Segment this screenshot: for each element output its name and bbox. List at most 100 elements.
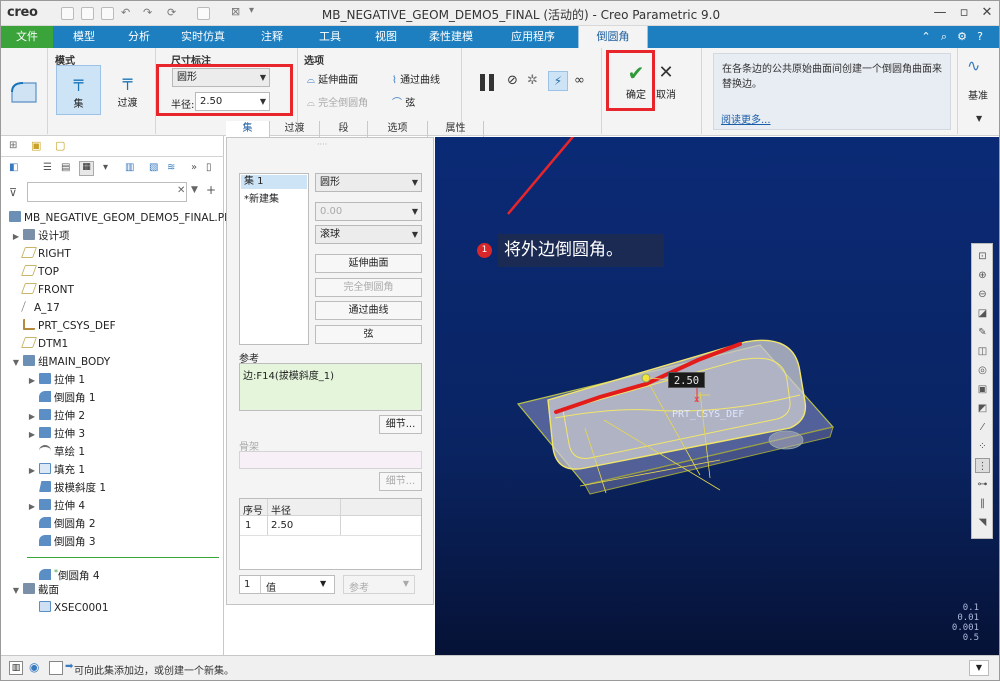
add-filter-icon[interactable]: + bbox=[206, 183, 216, 197]
view-manager-icon[interactable]: ▣ bbox=[975, 382, 990, 397]
separate-preview-icon[interactable]: ✲ bbox=[527, 73, 538, 88]
more-display-icon[interactable]: ◥ bbox=[975, 515, 990, 530]
cancel-button[interactable]: ✕ 取消 bbox=[651, 60, 681, 102]
minimize-icon[interactable]: — bbox=[929, 4, 951, 22]
tree-item-extrude-4[interactable]: ▶ 拉伸 4 bbox=[27, 498, 85, 515]
annotation-display-icon[interactable]: ⁘ bbox=[975, 439, 990, 454]
open-file-icon[interactable] bbox=[81, 7, 94, 20]
tree-item-sketch-1[interactable]: 草绘 1 bbox=[37, 444, 85, 461]
repaint-icon[interactable]: ◪ bbox=[975, 306, 990, 321]
zoom-in-icon[interactable]: ⊕ bbox=[975, 268, 990, 283]
radius-drag-handle[interactable] bbox=[641, 373, 651, 383]
reference-dropdown[interactable]: 参考 ▼ bbox=[343, 575, 415, 594]
tab-tools[interactable]: 工具 bbox=[305, 26, 355, 48]
subtab-segment[interactable]: 段 bbox=[320, 121, 368, 137]
tab-view[interactable]: 视图 bbox=[361, 26, 411, 48]
search-icon[interactable]: ⌕ bbox=[937, 29, 951, 45]
regenerate-icon[interactable]: ⟳ bbox=[167, 6, 176, 19]
tree-item-right[interactable]: RIGHT bbox=[20, 246, 71, 263]
browser-toggle-icon[interactable]: ◉ bbox=[29, 660, 39, 674]
no-preview-icon[interactable]: ⊘ bbox=[507, 73, 518, 88]
tab-applications[interactable]: 应用程序 bbox=[501, 26, 565, 48]
radius-dimension-label[interactable]: 2.50 bbox=[668, 372, 705, 388]
tree-view-toggle-icon[interactable]: ▦ bbox=[79, 161, 94, 176]
pause-display-icon[interactable]: ‖ bbox=[975, 496, 990, 511]
tree-item-draft-1[interactable]: 拔模斜度 1 bbox=[37, 480, 106, 497]
tree-item-front[interactable]: FRONT bbox=[20, 282, 74, 299]
tree-item-round-1[interactable]: 倒圆角 1 bbox=[37, 390, 96, 407]
extend-surfaces-option[interactable]: ⌓ 延伸曲面 bbox=[307, 71, 358, 86]
tree-item-extrude-2[interactable]: ▶ 拉伸 2 bbox=[27, 408, 85, 425]
full-screen-icon[interactable] bbox=[49, 661, 63, 675]
collapse-ribbon-icon[interactable]: ⌃ bbox=[919, 29, 933, 45]
tab-file[interactable]: 文件 bbox=[1, 26, 53, 48]
read-more-link[interactable]: 阅读更多... bbox=[721, 111, 771, 126]
through-curve-button[interactable]: 通过曲线 bbox=[315, 301, 422, 320]
windows-icon[interactable] bbox=[197, 7, 210, 20]
search-dropdown-icon[interactable]: ▼ bbox=[191, 185, 198, 195]
skeleton-collector[interactable] bbox=[239, 451, 422, 469]
full-round-option[interactable]: ⌓ 完全倒圆角 bbox=[307, 94, 368, 109]
tree-item-xsec0001[interactable]: XSEC0001 bbox=[37, 600, 109, 617]
datum-chevron-down-icon[interactable]: ▼ bbox=[976, 114, 982, 123]
tree-item-sections[interactable]: ▼ 截面 bbox=[11, 582, 59, 599]
datum-icon[interactable]: ∿ bbox=[967, 56, 980, 75]
tree-item-top[interactable]: TOP bbox=[20, 264, 59, 281]
tree-item-design-items[interactable]: ▶ 设计项 bbox=[11, 228, 70, 245]
connected-preview-icon[interactable]: ⚡ bbox=[548, 71, 568, 91]
close-window-icon[interactable]: ⊠ bbox=[231, 5, 240, 18]
subtab-options[interactable]: 选项 bbox=[368, 121, 428, 137]
tree-item-extrude-3[interactable]: ▶ 拉伸 3 bbox=[27, 426, 85, 443]
tree-item-axis[interactable]: A_17 bbox=[20, 300, 60, 317]
through-curve-option[interactable]: ⌇ 通过曲线 bbox=[392, 71, 440, 86]
tree-layers-icon[interactable]: ≋ bbox=[167, 162, 175, 173]
row-radius-value[interactable]: 2.50 bbox=[271, 520, 293, 531]
tree-show-icon[interactable]: ▧ bbox=[149, 162, 158, 173]
selection-filter-dropdown[interactable]: ▼ bbox=[969, 660, 989, 676]
subtab-transition[interactable]: 过渡 bbox=[270, 121, 320, 137]
tree-pin-icon[interactable]: ▯ bbox=[206, 162, 212, 173]
filter-icon[interactable]: ⊽ bbox=[9, 186, 17, 199]
subtab-properties[interactable]: 属性 bbox=[428, 121, 484, 137]
tree-item-fill-1[interactable]: ▶ 填充 1 bbox=[27, 462, 85, 479]
redo-icon[interactable]: ↷ bbox=[143, 6, 152, 19]
new-file-icon[interactable] bbox=[61, 7, 74, 20]
clear-search-icon[interactable]: ✕ bbox=[177, 185, 185, 196]
tree-item-dtm1[interactable]: DTM1 bbox=[20, 336, 68, 353]
tab-round[interactable]: 倒圆角 bbox=[578, 26, 648, 49]
mode-set-button[interactable]: ╤ 集 bbox=[56, 65, 101, 115]
verify-mode-icon[interactable]: ∞ bbox=[574, 73, 585, 88]
new-set-item[interactable]: *新建集 bbox=[244, 190, 279, 205]
navigator-toggle-icon[interactable]: ▥ bbox=[9, 661, 23, 675]
tree-columns-icon[interactable]: ▤ bbox=[61, 162, 70, 173]
tab-flexible-modeling[interactable]: 柔性建模 bbox=[419, 26, 483, 48]
tree-settings-icon[interactable]: ▥ bbox=[125, 162, 134, 173]
tab-live-simulation[interactable]: 实时仿真 bbox=[171, 26, 235, 48]
skeleton-details-button[interactable]: 细节... bbox=[379, 472, 422, 491]
value-dropdown[interactable]: 1 值 ▼ bbox=[239, 575, 335, 594]
model-tree-icon[interactable]: ⊞ bbox=[9, 140, 17, 151]
refit-icon[interactable]: ⊡ bbox=[975, 249, 990, 264]
hidden-line-icon[interactable]: ✎ bbox=[975, 325, 990, 340]
tree-item-round-4[interactable]: *倒圆角 4 bbox=[37, 564, 100, 582]
extend-surfaces-button[interactable]: 延伸曲面 bbox=[315, 254, 422, 273]
references-collector[interactable]: 边:F14(拔模斜度_1) bbox=[239, 363, 422, 411]
tree-root[interactable]: MB_NEGATIVE_GEOM_DEMO5_FINAL.PR bbox=[7, 210, 231, 227]
display-style-icon[interactable]: ◫ bbox=[975, 344, 990, 359]
folder-browser-icon[interactable]: ▣ bbox=[31, 139, 41, 152]
chord-option[interactable]: ⌒ 弦 bbox=[392, 94, 415, 109]
set-1-item[interactable]: 集 1 bbox=[241, 175, 307, 189]
pause-icon[interactable] bbox=[479, 74, 496, 91]
spin-center-icon[interactable]: ⋮ bbox=[975, 458, 990, 473]
undo-icon[interactable]: ↶ bbox=[121, 6, 130, 19]
maximize-icon[interactable]: ▫ bbox=[953, 4, 975, 22]
more-icon[interactable]: » bbox=[191, 162, 197, 173]
tab-analysis[interactable]: 分析 bbox=[114, 26, 164, 48]
favorites-icon[interactable]: ▢ bbox=[55, 139, 65, 152]
tab-model[interactable]: 模型 bbox=[59, 26, 109, 48]
tree-search-input[interactable] bbox=[27, 182, 187, 202]
csys-display-icon[interactable]: ⊶ bbox=[975, 477, 990, 492]
chord-button[interactable]: 弦 bbox=[315, 325, 422, 344]
details-button[interactable]: 细节... bbox=[379, 415, 422, 434]
zoom-out-icon[interactable]: ⊖ bbox=[975, 287, 990, 302]
